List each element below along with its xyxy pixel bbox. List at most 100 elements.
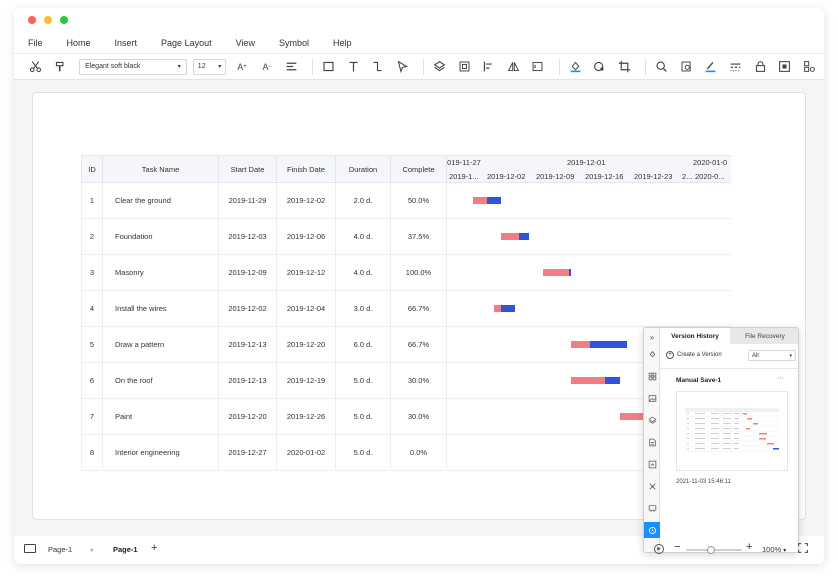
day-label: 2019-12-09 <box>536 172 575 181</box>
pointer-icon[interactable] <box>392 57 412 77</box>
create-version-label: Create a Version <box>677 352 722 358</box>
version-item[interactable]: Manual Save-1 ··· 2021-11-03 15:46:11 <box>660 369 798 489</box>
presentation-icon[interactable] <box>646 502 658 514</box>
zoom-slider[interactable] <box>686 546 742 554</box>
menu-page-layout[interactable]: Page Layout <box>161 38 212 48</box>
rectangle-icon[interactable] <box>319 57 339 77</box>
cell-start-date: 2019-12-02 <box>219 291 277 327</box>
maximize-window-button[interactable] <box>60 16 68 24</box>
menu-view[interactable]: View <box>236 38 255 48</box>
font-increase-icon[interactable]: A + <box>232 57 252 77</box>
grid-icon[interactable] <box>646 370 658 382</box>
zoom-slider-handle[interactable] <box>707 546 715 554</box>
fit-page-icon[interactable] <box>775 57 795 77</box>
version-thumbnail[interactable] <box>676 391 788 471</box>
zoom-level[interactable]: 100% ▾ <box>762 545 786 554</box>
export-icon[interactable] <box>646 458 658 470</box>
play-icon[interactable]: ▶ <box>654 544 664 554</box>
cell-complete: 0.0% <box>391 435 447 471</box>
chevron-down-icon: ▾ <box>177 64 181 70</box>
version-history-panel[interactable]: » Version History File Recovery + Create… <box>643 327 799 553</box>
cell-id: 1 <box>81 183 103 219</box>
gantt-bar-progress[interactable] <box>569 269 571 276</box>
text-tool-icon[interactable] <box>343 57 363 77</box>
zoom-in-icon[interactable]: + <box>746 541 752 553</box>
line-color-icon[interactable] <box>701 57 721 77</box>
gantt-bar-remaining[interactable] <box>473 197 487 204</box>
more-tools-icon[interactable] <box>799 57 819 77</box>
app-window: File Home Insert Page Layout View Symbol… <box>14 8 824 564</box>
zoom-out-icon[interactable]: − <box>674 541 680 553</box>
gantt-bar-remaining[interactable] <box>501 233 519 240</box>
cell-id: 2 <box>81 219 103 255</box>
canvas-area[interactable]: ID Task Name Start Date Finish Date Dura… <box>14 80 824 553</box>
gantt-chart[interactable]: ID Task Name Start Date Finish Date Dura… <box>81 155 731 473</box>
add-page-icon[interactable]: + <box>151 542 157 554</box>
align-left-icon[interactable] <box>479 57 499 77</box>
version-more-icon[interactable]: ··· <box>777 375 784 382</box>
gantt-bar-progress[interactable] <box>518 233 529 240</box>
title-bar <box>14 8 824 32</box>
gantt-bar-remaining[interactable] <box>543 269 569 276</box>
close-window-button[interactable] <box>28 16 36 24</box>
tab-file-recovery[interactable]: File Recovery <box>730 328 798 344</box>
menu-file[interactable]: File <box>28 38 43 48</box>
flip-icon[interactable] <box>504 57 524 77</box>
cell-duration: 5.0 d. <box>336 363 391 399</box>
page-select[interactable]: Page-1 ▾ <box>48 545 93 554</box>
fill-color-icon[interactable] <box>566 57 586 77</box>
status-bar: Page-1 ▾ Page-1 + ▶ − + 100% ▾ <box>14 536 824 564</box>
dash-style-icon[interactable] <box>726 57 746 77</box>
version-filter-select[interactable]: All ▾ <box>748 350 796 361</box>
font-family-select[interactable]: Elegant soft black ▾ <box>79 58 187 75</box>
toolbar: Elegant soft black ▾ 12 ▾ A + A- <box>14 54 824 80</box>
gantt-bar-remaining[interactable] <box>571 341 590 348</box>
day-label: 2019-12-16 <box>585 172 624 181</box>
lock-icon[interactable] <box>750 57 770 77</box>
font-decrease-icon[interactable]: A- <box>257 57 277 77</box>
page-tab-active[interactable]: Page-1 <box>113 545 138 554</box>
network-icon[interactable] <box>646 480 658 492</box>
find-replace-icon[interactable] <box>677 57 697 77</box>
gantt-bar-progress[interactable] <box>500 305 515 312</box>
cell-finish-date: 2020-01-02 <box>277 435 336 471</box>
frame-icon[interactable] <box>528 57 548 77</box>
layers-icon[interactable] <box>646 414 658 426</box>
align-icon[interactable] <box>281 57 301 77</box>
header-start-date: Start Date <box>219 155 277 183</box>
gantt-bar-progress[interactable] <box>605 377 620 384</box>
tab-version-history[interactable]: Version History <box>660 328 730 344</box>
collapse-panel-icon[interactable]: » <box>646 331 658 343</box>
cell-duration: 5.0 d. <box>336 399 391 435</box>
connector-icon[interactable] <box>368 57 388 77</box>
menu-insert[interactable]: Insert <box>115 38 138 48</box>
gantt-bar-progress[interactable] <box>487 197 501 204</box>
format-painter-icon[interactable] <box>51 57 71 77</box>
cell-complete: 66.7% <box>391 327 447 363</box>
page-panel-icon[interactable] <box>24 544 36 553</box>
menu-help[interactable]: Help <box>333 38 352 48</box>
menu-symbol[interactable]: Symbol <box>279 38 309 48</box>
crop-icon[interactable] <box>615 57 635 77</box>
week-label: 2019-11-27 <box>447 158 481 167</box>
fill-icon[interactable] <box>646 348 658 360</box>
search-icon[interactable] <box>652 57 672 77</box>
document-icon[interactable] <box>646 436 658 448</box>
drawing-page[interactable]: ID Task Name Start Date Finish Date Dura… <box>32 92 806 553</box>
fullscreen-icon[interactable] <box>798 543 808 553</box>
menu-home[interactable]: Home <box>67 38 91 48</box>
gantt-bar-remaining[interactable] <box>571 377 606 384</box>
cell-duration: 2.0 d. <box>336 183 391 219</box>
line-style-icon[interactable] <box>590 57 610 77</box>
scissors-icon[interactable] <box>26 57 46 77</box>
image-icon[interactable] <box>646 392 658 404</box>
layers-icon[interactable] <box>430 57 450 77</box>
gantt-bar-progress[interactable] <box>589 341 627 348</box>
minimize-window-button[interactable] <box>44 16 52 24</box>
group-icon[interactable] <box>454 57 474 77</box>
cell-complete: 100.0% <box>391 255 447 291</box>
gantt-bar-remaining[interactable] <box>494 305 501 312</box>
create-version-button[interactable]: + Create a Version <box>666 351 722 359</box>
font-size-select[interactable]: 12 ▾ <box>192 58 227 75</box>
cell-finish-date: 2019-12-20 <box>277 327 336 363</box>
